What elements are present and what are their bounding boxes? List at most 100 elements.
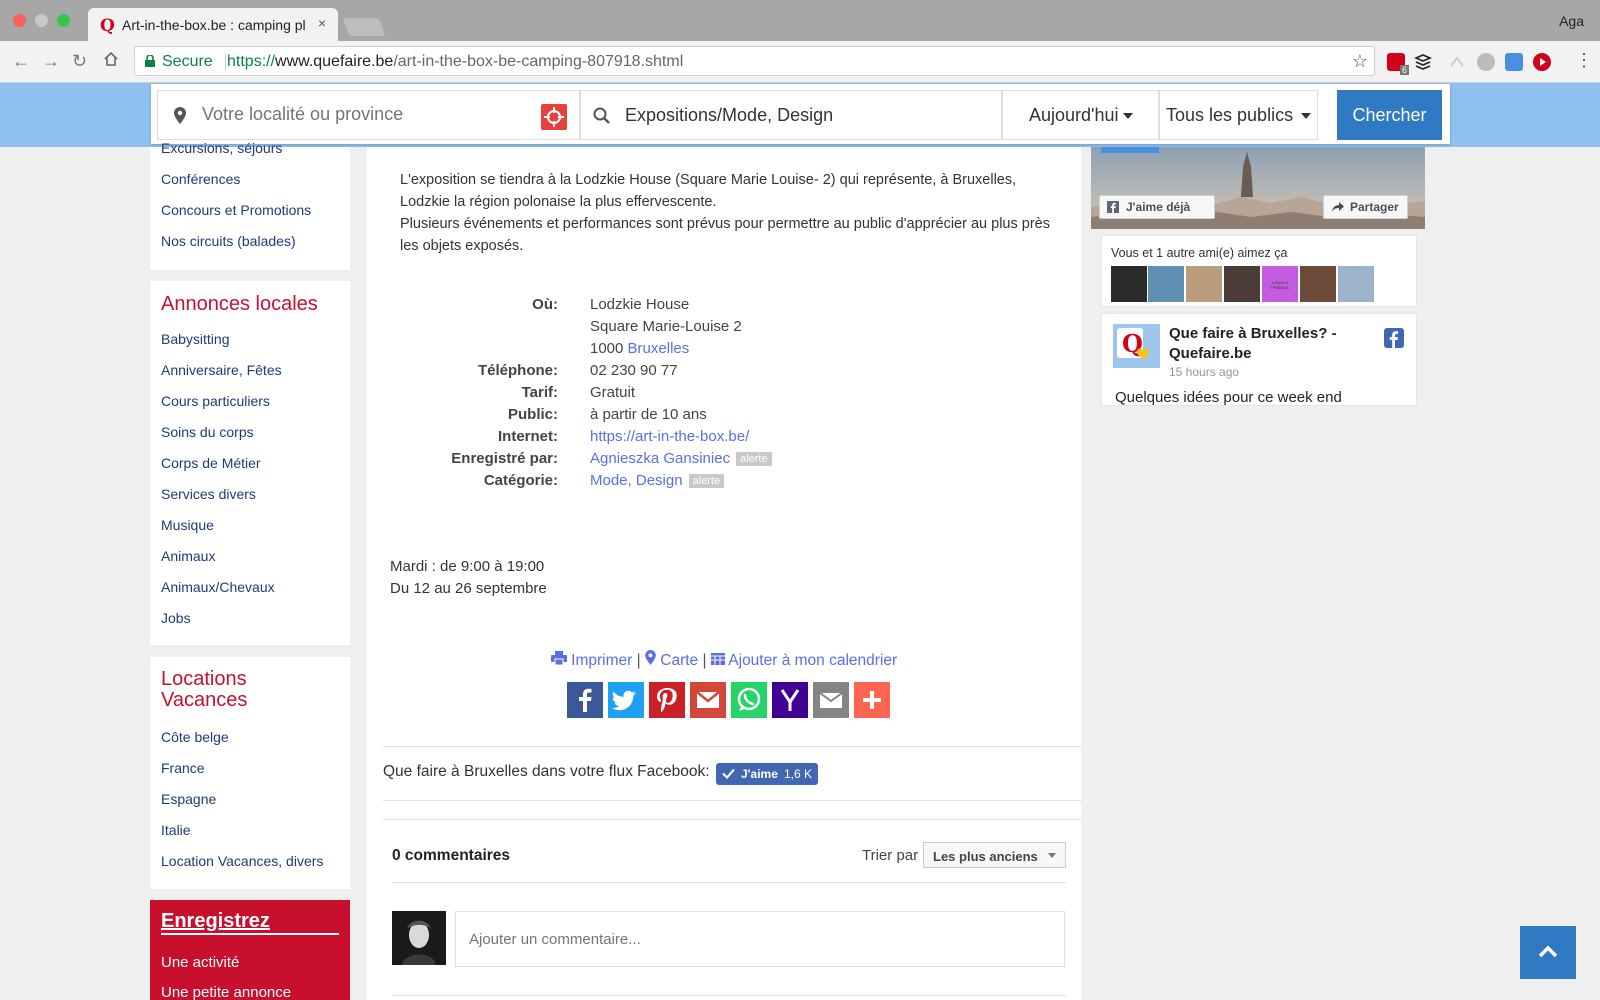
sidebar-link-concours[interactable]: Concours et Promotions [161,202,311,218]
sort-value: Les plus anciens [933,849,1038,864]
extension-icon[interactable] [1448,53,1466,71]
friend-avatar[interactable] [1186,266,1222,302]
sidebar-link-france[interactable]: France [161,760,205,776]
skype-extension-icon[interactable] [1477,53,1495,71]
back-to-top-button[interactable] [1520,926,1576,979]
maximize-window-button[interactable] [57,14,70,27]
reload-icon[interactable]: ↻ [72,51,87,72]
label-price: Tarif: [521,384,558,401]
category-value: Expositions/Mode, Design [625,105,834,125]
quefaire-logo[interactable]: Q [1113,324,1160,368]
tab-close-icon[interactable]: × [318,15,326,31]
sidebar-link-italie[interactable]: Italie [161,822,191,838]
map-link[interactable]: Carte [645,650,698,669]
sidebar-link-animaux[interactable]: Animaux [161,548,215,564]
sidebar-link-espagne[interactable]: Espagne [161,791,216,807]
sort-dropdown[interactable]: Les plus anciens [923,842,1066,868]
sidebar-link-excursions[interactable]: Excursions, séjours [161,140,282,156]
city-link[interactable]: Bruxelles [628,340,690,357]
facebook-share-button[interactable] [567,682,603,718]
more-share-button[interactable] [854,682,890,718]
sidebar-link-anniversaire[interactable]: Anniversaire, Fêtes [161,362,282,378]
sidebar-link-conferences[interactable]: Conférences [161,171,240,187]
calendar-link[interactable]: Ajouter à mon calendrier [710,652,897,669]
friend-avatar[interactable] [1224,266,1260,302]
category-alert-badge[interactable]: alerte [688,474,725,488]
friend-avatar[interactable] [1111,266,1147,302]
buffer-extension-icon[interactable] [1413,53,1433,71]
friend-avatar[interactable] [1300,266,1336,302]
sidebar-link-babysitting[interactable]: Babysitting [161,331,229,347]
pinterest-icon [657,688,677,713]
comment-input[interactable] [455,911,1065,967]
author-alert-badge[interactable]: alerte [736,452,772,466]
location-field[interactable] [157,90,580,140]
back-arrow-icon[interactable]: ← [12,51,30,72]
crosshair-icon [544,107,564,127]
bookmark-star-icon[interactable]: ☆ [1352,51,1368,72]
annonces-heading[interactable]: Annonces locales [161,294,318,315]
facebook-icon[interactable] [1384,328,1404,348]
friend-avatar[interactable] [1338,266,1374,302]
address-bar[interactable]: Secure https://www.quefaire.be/art-in-th… [134,46,1375,76]
sidebar-link-location-divers[interactable]: Location Vacances, divers [161,853,323,869]
sidebar-link-metier[interactable]: Corps de Métier [161,455,261,471]
sidebar-link-circuits[interactable]: Nos circuits (balades) [161,233,296,249]
chrome-menu-icon[interactable]: ⋮ [1575,50,1593,71]
date-dropdown[interactable]: Aujourd'hui [1002,90,1159,140]
sidebar-link-jobs[interactable]: Jobs [161,610,191,626]
category-field[interactable]: Expositions/Mode, Design [580,90,1002,140]
browser-titlebar: Q Art-in-the-box.be : camping pl × Aga [0,0,1600,41]
post-preview: Quelques idées pour ce week end [1115,389,1342,406]
audience-dropdown[interactable]: Tous les publics [1159,90,1318,140]
pinterest-share-button[interactable] [649,682,685,718]
home-icon[interactable] [103,51,119,72]
twitter-share-button[interactable] [608,682,644,718]
profile-name[interactable]: Aga [1559,13,1584,29]
register-divider [161,933,339,935]
sidebar-link-chevaux[interactable]: Animaux/Chevaux [161,579,275,595]
location-input[interactable] [202,104,532,125]
sidebar-link-cote-belge[interactable]: Côte belge [161,729,229,745]
translate-extension-icon[interactable] [1505,53,1523,71]
forward-arrow-icon[interactable]: → [42,51,60,72]
search-submit-button[interactable]: Chercher [1337,90,1442,140]
friend-avatar[interactable] [1148,266,1184,302]
whatsapp-share-button[interactable] [731,682,767,718]
friend-avatar[interactable]: LOUIS & FRIENDS [1262,266,1298,302]
search-bar: Expositions/Mode, Design Aujourd'hui Tou… [151,84,1450,144]
register-link-annonce[interactable]: Une petite annonce [161,984,291,1000]
sidebar-link-musique[interactable]: Musique [161,517,214,533]
adblock-extension-icon[interactable]: 6 [1387,53,1409,75]
facebook-share-page-button[interactable]: Partager [1323,195,1408,219]
register-heading[interactable]: Enregistrez [161,910,270,933]
print-label: Imprimer [571,652,633,669]
sidebar-link-services[interactable]: Services divers [161,486,256,502]
sidebar-link-soins[interactable]: Soins du corps [161,424,254,440]
author-link[interactable]: Agnieszka Gansiniec [590,450,730,467]
price-value: Gratuit [590,384,636,401]
sidebar-link-cours[interactable]: Cours particuliers [161,393,270,409]
facebook-liked-button[interactable]: J'aime déjà [1099,195,1215,219]
print-link[interactable]: Imprimer [550,651,633,669]
facebook-like-button[interactable]: J'aime 1,6 K [716,763,818,785]
page-name-link[interactable]: Que faire à Bruxelles? - Quefaire.be [1169,324,1379,364]
close-window-button[interactable] [13,14,26,27]
minimize-window-button[interactable] [35,14,48,27]
omnibox-divider [225,53,226,71]
new-tab-button[interactable] [342,18,386,36]
email-share-button[interactable] [813,682,849,718]
youtube-extension-icon[interactable] [1533,53,1551,71]
venue-street: Square Marie-Louise 2 [590,318,742,335]
gmail-share-button[interactable] [690,682,726,718]
caret-down-icon [1122,113,1133,120]
geolocate-button[interactable] [541,104,567,130]
yahoo-share-button[interactable] [772,682,808,718]
category-link[interactable]: Mode, Design [590,472,683,489]
register-link-activite[interactable]: Une activité [161,954,239,971]
website-link[interactable]: https://art-in-the-box.be/ [590,428,749,445]
locations-heading[interactable]: Locations Vacances [161,669,247,711]
url-text[interactable]: https://www.quefaire.be/art-in-the-box-b… [227,53,683,71]
map-pin-icon [174,107,186,124]
browser-tab[interactable]: Q Art-in-the-box.be : camping pl × [88,8,338,41]
